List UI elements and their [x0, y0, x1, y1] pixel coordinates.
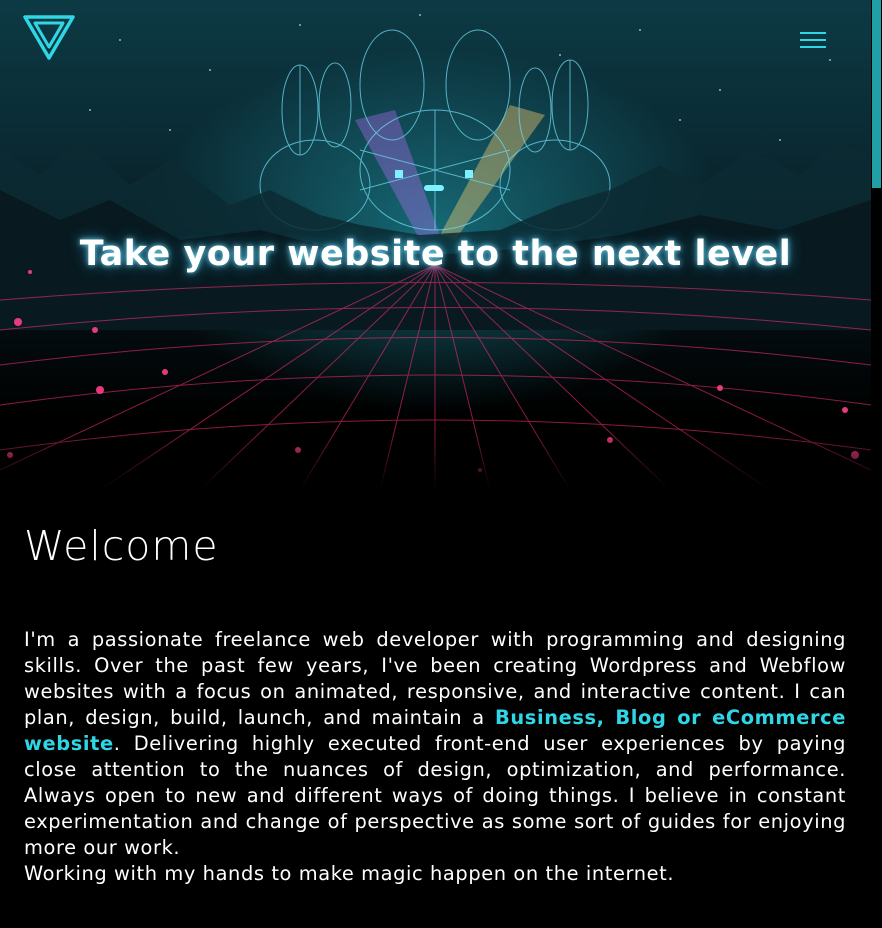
intro-text-after-link: . Delivering highly executed front-end u…: [24, 732, 846, 859]
welcome-heading: Welcome: [24, 522, 219, 570]
hamburger-menu-icon[interactable]: [798, 30, 828, 50]
menu-bar-middle: [800, 39, 826, 41]
triangle-v-logo-icon[interactable]: [22, 14, 76, 62]
hero-banner: Take your website to the next level: [0, 0, 871, 490]
menu-bar-top: [800, 32, 826, 34]
scrollbar-thumb[interactable]: [872, 0, 881, 188]
intro-paragraph: I'm a passionate freelance web developer…: [24, 627, 846, 887]
menu-bar-bottom: [800, 46, 826, 48]
hero-title: Take your website to the next level: [79, 234, 792, 274]
closing-line: Working with my hands to make magic happ…: [24, 862, 675, 885]
